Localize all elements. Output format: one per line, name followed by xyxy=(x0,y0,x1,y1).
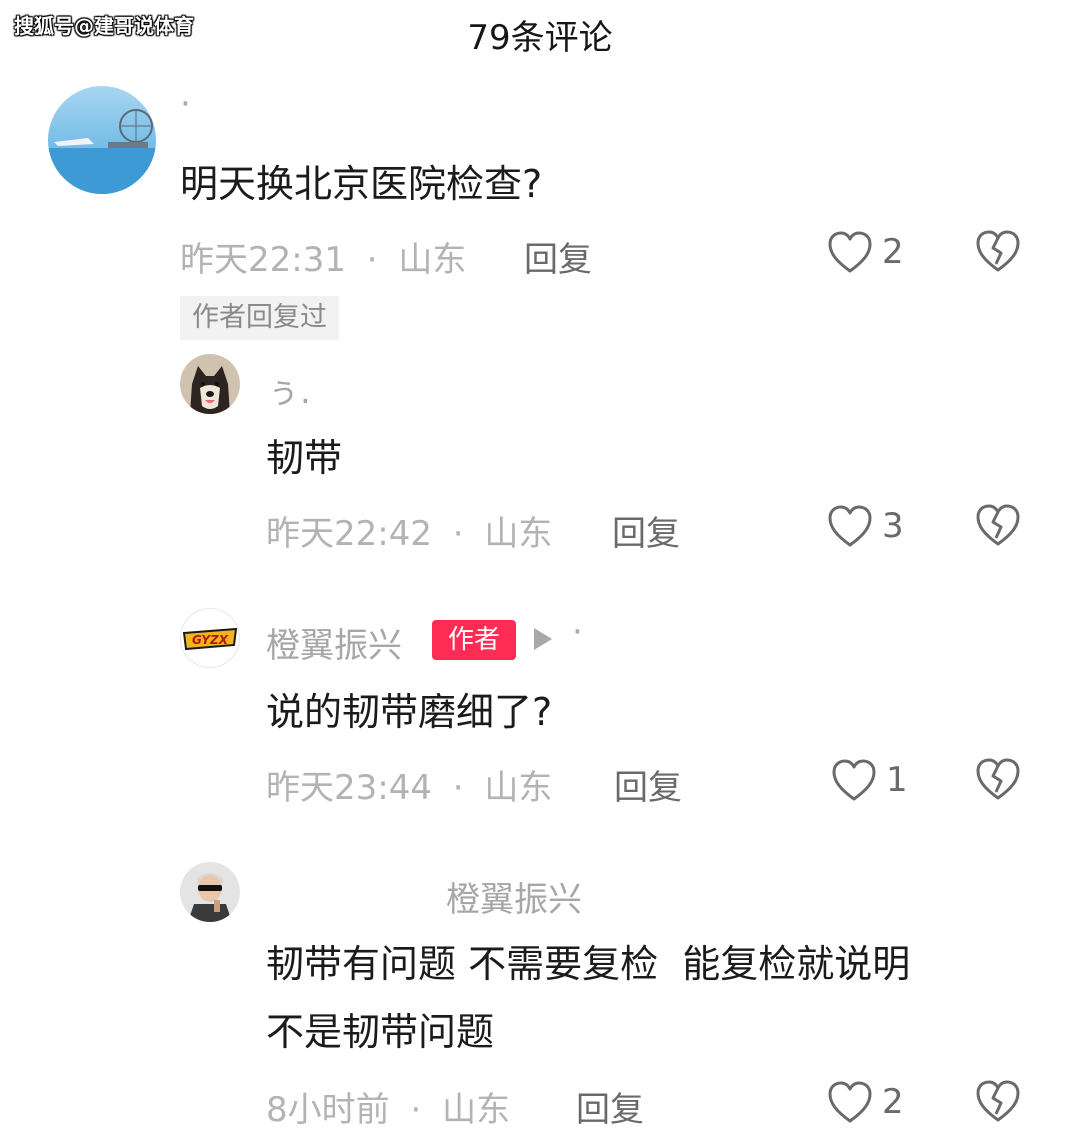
comment-time: 昨天22:31 xyxy=(180,240,346,280)
username[interactable]: ぅ. xyxy=(266,364,311,413)
comment-meta: 昨天23:44 · 山东 xyxy=(266,760,552,809)
broken-heart-icon xyxy=(976,1080,1020,1122)
separator: · xyxy=(366,240,378,280)
comment-meta: 8小时前 · 山东 xyxy=(266,1082,510,1131)
comment-time: 昨天23:44 xyxy=(266,768,432,808)
like-button[interactable]: 2 xyxy=(826,1078,904,1126)
separator: · xyxy=(410,1090,422,1130)
author-replied-tag[interactable]: 作者回复过 xyxy=(180,296,339,340)
dislike-button[interactable] xyxy=(974,1078,1022,1126)
avatar[interactable]: GYZX xyxy=(180,608,240,668)
comment-text: 说的韧带磨细了? xyxy=(266,690,553,734)
comment-location: 山东 xyxy=(484,514,553,554)
like-count: 1 xyxy=(886,760,908,800)
heart-outline-icon xyxy=(828,231,872,273)
like-count: 3 xyxy=(882,506,904,546)
separator: · xyxy=(452,514,464,554)
reply-button[interactable]: 回复 xyxy=(612,506,680,555)
heart-outline-icon xyxy=(828,505,872,547)
avatar[interactable] xyxy=(180,862,240,922)
broken-heart-icon xyxy=(976,758,1020,800)
heart-outline-icon xyxy=(832,759,876,801)
reply-button[interactable]: 回复 xyxy=(614,760,682,809)
username[interactable]: 橙翼振兴 xyxy=(266,618,402,667)
like-button[interactable]: 1 xyxy=(830,756,908,804)
comment-time: 昨天22:42 xyxy=(266,514,432,554)
comment-text-line-1: 韧带有问题 不需要复检 能复检就说明 xyxy=(266,942,911,986)
reply-button[interactable]: 回复 xyxy=(524,232,592,281)
comment-location: 山东 xyxy=(484,768,553,808)
heart-outline-icon xyxy=(828,1081,872,1123)
broken-heart-icon xyxy=(976,230,1020,272)
dislike-button[interactable] xyxy=(974,756,1022,804)
comments-count-title: 79条评论 xyxy=(467,18,613,58)
broken-heart-icon xyxy=(976,504,1020,546)
play-triangle-icon xyxy=(534,628,552,650)
like-count: 2 xyxy=(882,232,904,272)
separator: · xyxy=(452,768,464,808)
reply-to-username[interactable]: · xyxy=(572,612,583,652)
svg-text:GYZX: GYZX xyxy=(192,633,229,647)
avatar[interactable] xyxy=(48,86,156,194)
comments-panel: 搜狐号@建哥说体育 79条评论 · 明天换北京医院检查? 昨天22:31 · 山… xyxy=(0,0,1080,1148)
like-button[interactable]: 3 xyxy=(826,502,904,550)
like-button[interactable]: 2 xyxy=(826,228,904,276)
dislike-button[interactable] xyxy=(974,228,1022,276)
comment-text: 韧带 xyxy=(266,436,343,480)
reply-to-username[interactable]: 橙翼振兴 xyxy=(446,872,582,921)
comment-text: 明天换北京医院检查? xyxy=(180,162,543,206)
reply-button[interactable]: 回复 xyxy=(576,1082,644,1131)
comment-location: 山东 xyxy=(398,240,467,280)
username[interactable]: · xyxy=(180,84,191,124)
author-badge: 作者 xyxy=(432,620,516,660)
comment-meta: 昨天22:42 · 山东 xyxy=(266,506,552,555)
comment-text-line-2: 不是韧带问题 xyxy=(266,1010,495,1054)
avatar[interactable] xyxy=(180,354,240,414)
like-count: 2 xyxy=(882,1082,904,1122)
comment-location: 山东 xyxy=(442,1090,511,1130)
comment-time: 8小时前 xyxy=(266,1090,390,1130)
dislike-button[interactable] xyxy=(974,502,1022,550)
comment-meta: 昨天22:31 · 山东 xyxy=(180,232,466,281)
